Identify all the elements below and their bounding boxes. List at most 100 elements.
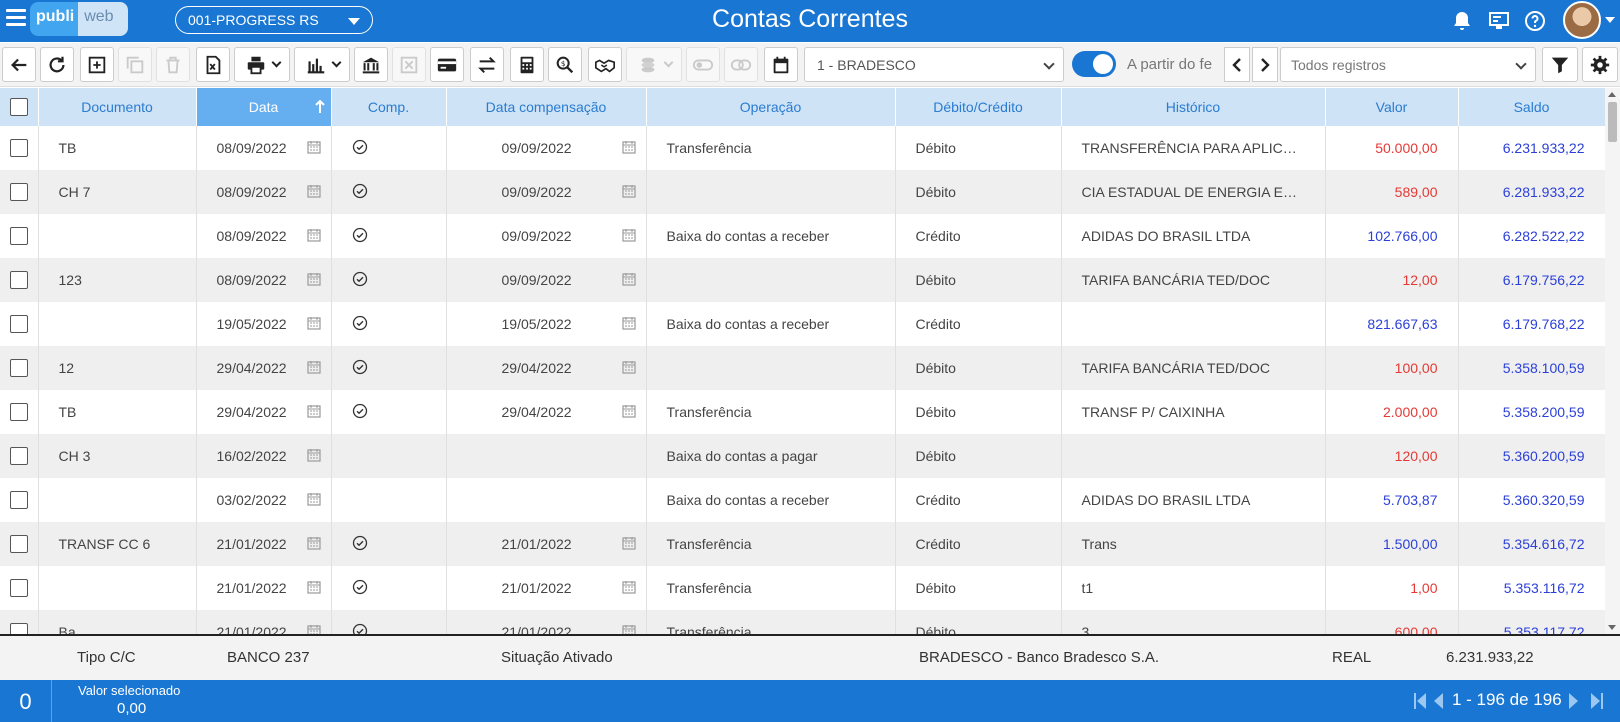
add-button[interactable] (80, 47, 114, 82)
calendar-icon[interactable] (306, 492, 321, 506)
table-row[interactable]: 08/09/2022 09/09/2022 Baixa do contas a re… (0, 214, 1605, 258)
monitor-icon[interactable] (1487, 9, 1511, 33)
select-all-checkbox[interactable] (9, 98, 28, 117)
help-icon[interactable] (1523, 9, 1547, 33)
export-excel-button[interactable] (196, 47, 230, 82)
copy-button[interactable] (118, 47, 152, 82)
calendar-button[interactable] (764, 47, 798, 82)
calendar-icon[interactable] (306, 448, 321, 462)
row-checkbox[interactable] (9, 315, 28, 334)
calendar-icon[interactable] (621, 316, 636, 330)
avatar[interactable] (1563, 1, 1601, 39)
calendar-icon[interactable] (621, 228, 636, 242)
calendar-icon[interactable] (621, 404, 636, 418)
calendar-icon[interactable] (306, 228, 321, 242)
table-row[interactable]: TRANSF CC 6 21/01/2022 21/01/2022 Transferê… (0, 522, 1605, 566)
scroll-up-icon[interactable] (1608, 92, 1616, 97)
calendar-icon[interactable] (306, 404, 321, 418)
table-row[interactable]: 21/01/2022 21/01/2022 Transferência Débito t… (0, 566, 1605, 610)
col-debito-credito[interactable]: Débito/Crédito (895, 88, 1062, 126)
vertical-scrollbar[interactable] (1605, 88, 1620, 634)
row-checkbox[interactable] (9, 227, 28, 246)
next-button[interactable] (1252, 47, 1278, 82)
calendar-icon[interactable] (306, 536, 321, 550)
from-date-toggle[interactable] (1072, 51, 1116, 77)
back-button[interactable] (2, 47, 36, 82)
row-checkbox[interactable] (9, 403, 28, 422)
coins-button[interactable] (626, 47, 682, 82)
table-row[interactable]: 19/05/2022 19/05/2022 Baixa do contas a re… (0, 302, 1605, 346)
scroll-thumb[interactable] (1608, 102, 1617, 142)
delete-button[interactable] (156, 47, 190, 82)
menu-icon[interactable] (6, 9, 26, 29)
calendar-icon[interactable] (306, 184, 321, 198)
calendar-icon[interactable] (306, 272, 321, 286)
row-checkbox[interactable] (9, 359, 28, 378)
table-row[interactable]: TB 29/04/2022 29/04/2022 Transferência Débit… (0, 390, 1605, 434)
calendar-icon[interactable] (621, 184, 636, 198)
filter-button[interactable] (1542, 47, 1578, 82)
col-data-compensacao[interactable]: Data compensação (446, 88, 647, 126)
calendar-icon[interactable] (621, 536, 636, 550)
calendar-icon[interactable] (621, 624, 636, 634)
table-row[interactable]: TB 08/09/2022 09/09/2022 Transferência Débit… (0, 126, 1605, 170)
first-page-icon[interactable] (1413, 692, 1427, 710)
scroll-down-icon[interactable] (1608, 625, 1616, 630)
settings-button[interactable] (1582, 47, 1618, 82)
col-saldo[interactable]: Saldo (1458, 88, 1605, 126)
calendar-icon[interactable] (306, 360, 321, 374)
card-button[interactable] (430, 47, 464, 82)
row-checkbox[interactable] (9, 447, 28, 466)
toggle-off-button[interactable] (686, 47, 720, 82)
prev-page-icon[interactable] (1432, 692, 1444, 710)
calendar-icon[interactable] (621, 272, 636, 286)
bank-button[interactable] (354, 47, 388, 82)
cancel-button[interactable] (392, 47, 426, 82)
company-select[interactable]: 001-PROGRESS RS (175, 6, 373, 34)
records-filter-select[interactable]: Todos registros (1280, 47, 1536, 82)
calendar-icon[interactable] (306, 316, 321, 330)
next-page-icon[interactable] (1568, 692, 1580, 710)
calendar-icon[interactable] (306, 140, 321, 154)
prev-button[interactable] (1224, 47, 1250, 82)
chart-button[interactable] (294, 47, 350, 82)
app-logo[interactable]: publi web (30, 2, 128, 36)
table-row[interactable]: Ba 21/01/2022 21/01/2022 Transferência Débit… (0, 610, 1605, 634)
col-data[interactable]: Data (196, 88, 332, 126)
row-checkbox[interactable] (9, 183, 28, 202)
table-row[interactable]: CH 7 08/09/2022 09/09/2022 Débito CIA ESTADU… (0, 170, 1605, 214)
row-checkbox[interactable] (9, 579, 28, 598)
calendar-icon[interactable] (621, 580, 636, 594)
transfer-button[interactable] (470, 47, 504, 82)
row-checkbox[interactable] (9, 535, 28, 554)
table-row[interactable]: 123 08/09/2022 09/09/2022 Débito TARIFA BANC… (0, 258, 1605, 302)
chevron-down-icon[interactable] (1605, 17, 1615, 23)
calendar-icon[interactable] (306, 580, 321, 594)
calculator-button[interactable] (510, 47, 544, 82)
col-comp[interactable]: Comp. (331, 88, 447, 126)
col-valor[interactable]: Valor (1325, 88, 1459, 126)
bank-select[interactable]: 1 - BRADESCO (804, 47, 1064, 82)
row-checkbox[interactable] (9, 491, 28, 510)
table-row[interactable]: CH 3 16/02/2022 Baixa do contas a pagar Déb… (0, 434, 1605, 478)
calendar-icon[interactable] (621, 140, 636, 154)
table-row[interactable]: 12 29/04/2022 29/04/2022 Débito TARIFA BANCÁ… (0, 346, 1605, 390)
search-money-button[interactable]: $ (548, 47, 582, 82)
last-page-icon[interactable] (1590, 692, 1604, 710)
row-checkbox[interactable] (9, 139, 28, 158)
col-documento[interactable]: Documento (38, 88, 197, 126)
refresh-button[interactable] (40, 47, 74, 82)
calendar-icon[interactable] (621, 360, 636, 374)
row-checkbox[interactable] (9, 623, 28, 634)
bell-icon[interactable] (1450, 9, 1474, 33)
handshake-button[interactable] (588, 47, 622, 82)
link-button[interactable] (724, 47, 758, 82)
row-checkbox[interactable] (9, 271, 28, 290)
cell-data-comp-text: 09/09/2022 (501, 140, 572, 156)
print-button[interactable] (234, 47, 290, 82)
cell-data-text: 19/05/2022 (216, 316, 287, 332)
calendar-icon[interactable] (306, 624, 321, 634)
col-operacao[interactable]: Operação (646, 88, 896, 126)
table-row[interactable]: 03/02/2022 Baixa do contas a receber Crédi… (0, 478, 1605, 522)
col-historico[interactable]: Histórico (1061, 88, 1326, 126)
